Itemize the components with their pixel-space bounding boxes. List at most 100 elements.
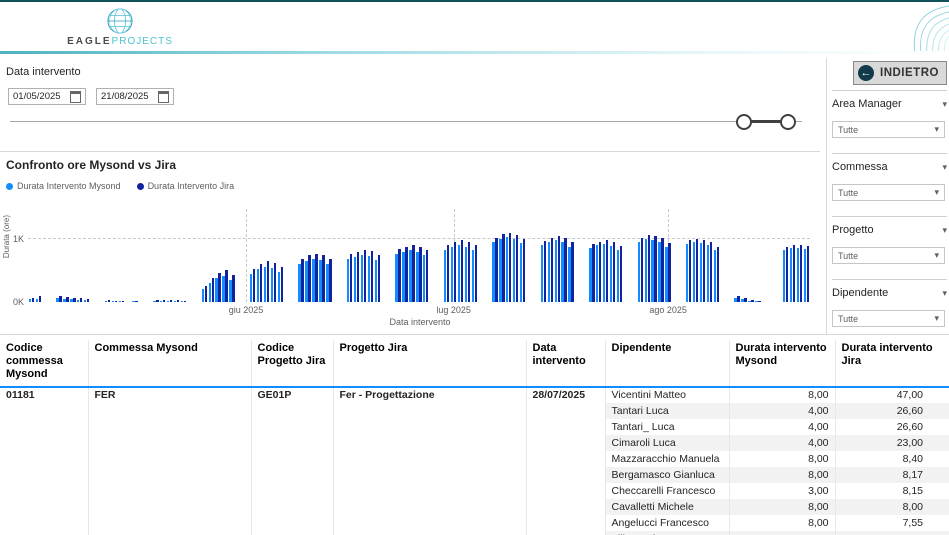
bar[interactable]: [668, 243, 670, 302]
durata-mysond-cell[interactable]: 8,00: [729, 387, 835, 403]
bar[interactable]: [267, 261, 269, 302]
bar[interactable]: [426, 250, 428, 302]
filter-dropdown-progetto[interactable]: Tutte▾: [832, 247, 945, 264]
column-header[interactable]: Durata intervento Jira: [835, 340, 949, 387]
group-cell[interactable]: 28/07/2025: [526, 387, 605, 535]
bar[interactable]: [308, 255, 310, 302]
bar[interactable]: [744, 298, 746, 302]
bar[interactable]: [260, 264, 262, 302]
durata-mysond-cell[interactable]: 4,00: [729, 435, 835, 451]
bar[interactable]: [454, 242, 456, 302]
column-header[interactable]: Commessa Mysond: [88, 340, 251, 387]
bar[interactable]: [412, 245, 414, 302]
column-header[interactable]: Codice commessa Mysond: [0, 340, 88, 387]
slider-handle-right[interactable]: [780, 114, 796, 130]
bar[interactable]: [599, 242, 601, 302]
bar[interactable]: [205, 286, 207, 302]
bar[interactable]: [495, 238, 497, 302]
bar[interactable]: [135, 301, 137, 302]
bar[interactable]: [253, 269, 255, 302]
bar[interactable]: [281, 267, 283, 302]
durata-jira-cell[interactable]: 8,00: [835, 499, 949, 515]
employee-name-cell[interactable]: Checcarelli Francesco: [605, 483, 729, 499]
column-header[interactable]: Progetto Jira: [333, 340, 526, 387]
group-cell[interactable]: Fer - Progettazione: [333, 387, 526, 535]
bar[interactable]: [737, 296, 739, 302]
durata-mysond-cell[interactable]: 8,00: [729, 451, 835, 467]
bar[interactable]: [39, 296, 41, 302]
bar[interactable]: [710, 242, 712, 302]
bar[interactable]: [800, 245, 802, 302]
durata-jira-cell[interactable]: 8,40: [835, 451, 949, 467]
bar[interactable]: [364, 250, 366, 302]
bar[interactable]: [751, 300, 753, 302]
employee-name-cell[interactable]: Bergamasco Gianluca: [605, 467, 729, 483]
bar[interactable]: [163, 300, 165, 302]
durata-jira-cell[interactable]: 23,00: [835, 435, 949, 451]
durata-mysond-cell[interactable]: 4,00: [729, 403, 835, 419]
bar[interactable]: [357, 252, 359, 302]
group-cell[interactable]: FER: [88, 387, 251, 535]
durata-mysond-cell[interactable]: 4,00: [729, 419, 835, 435]
bar[interactable]: [80, 298, 82, 302]
bar[interactable]: [786, 247, 788, 302]
bar[interactable]: [558, 236, 560, 302]
bar[interactable]: [378, 255, 380, 302]
column-header[interactable]: Codice Progetto Jira: [251, 340, 333, 387]
durata-mysond-cell[interactable]: 8,00: [729, 467, 835, 483]
bar[interactable]: [232, 275, 234, 302]
bar[interactable]: [807, 246, 809, 302]
bar[interactable]: [551, 238, 553, 302]
bar[interactable]: [315, 254, 317, 302]
bar[interactable]: [322, 255, 324, 302]
calendar-icon[interactable]: [70, 91, 81, 103]
bar[interactable]: [212, 278, 214, 302]
employee-name-cell[interactable]: Tantari_ Luca: [605, 419, 729, 435]
bar[interactable]: [502, 234, 504, 302]
bar[interactable]: [641, 238, 643, 302]
bar[interactable]: [475, 245, 477, 302]
bar[interactable]: [509, 233, 511, 302]
employee-name-cell[interactable]: Cimaroli Luca: [605, 435, 729, 451]
employee-name-cell[interactable]: Tantari Luca: [605, 403, 729, 419]
durata-mysond-cell[interactable]: 8,00: [729, 515, 835, 531]
bar[interactable]: [177, 300, 179, 302]
legend-item[interactable]: Durata Intervento Mysond: [6, 181, 121, 191]
employee-name-cell[interactable]: Filippucci Laura: [605, 531, 729, 535]
bar[interactable]: [122, 301, 124, 302]
bar[interactable]: [523, 239, 525, 302]
bar[interactable]: [66, 297, 68, 302]
column-header[interactable]: Durata intervento Mysond: [729, 340, 835, 387]
date-start-input[interactable]: 01/05/2025: [8, 88, 86, 105]
bar[interactable]: [544, 241, 546, 302]
slider-handle-left[interactable]: [736, 114, 752, 130]
bar[interactable]: [218, 273, 220, 302]
durata-mysond-cell[interactable]: 3,00: [729, 483, 835, 499]
bar[interactable]: [758, 301, 760, 302]
group-cell[interactable]: GE01P: [251, 387, 333, 535]
durata-jira-cell[interactable]: 7,55: [835, 515, 949, 531]
employee-name-cell[interactable]: Angelucci Francesco: [605, 515, 729, 531]
bar[interactable]: [620, 246, 622, 302]
employee-name-cell[interactable]: Cavalletti Michele: [605, 499, 729, 515]
bar[interactable]: [184, 301, 186, 302]
bar[interactable]: [301, 259, 303, 302]
bar[interactable]: [606, 240, 608, 302]
chevron-down-icon[interactable]: ▾: [942, 288, 947, 299]
bar[interactable]: [703, 240, 705, 302]
legend-item[interactable]: Durata Intervento Jira: [137, 181, 235, 191]
filter-dropdown-commessa[interactable]: Tutte▾: [832, 184, 945, 201]
bar[interactable]: [329, 259, 331, 302]
durata-jira-cell[interactable]: 26,60: [835, 403, 949, 419]
calendar-icon[interactable]: [158, 91, 169, 103]
bar[interactable]: [156, 300, 158, 302]
bar[interactable]: [419, 247, 421, 302]
bar[interactable]: [371, 251, 373, 302]
bar[interactable]: [350, 254, 352, 302]
date-end-input[interactable]: 21/08/2025: [96, 88, 174, 105]
bar[interactable]: [689, 240, 691, 302]
group-cell[interactable]: 01181: [0, 387, 88, 535]
durata-jira-cell[interactable]: 8,15: [835, 483, 949, 499]
filter-dropdown-area-manager[interactable]: Tutte▾: [832, 121, 945, 138]
bar[interactable]: [613, 242, 615, 302]
